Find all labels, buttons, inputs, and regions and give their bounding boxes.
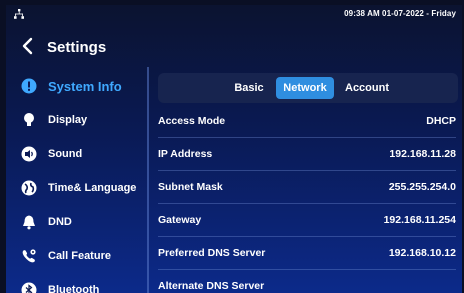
- tab-account[interactable]: Account: [340, 77, 394, 99]
- sidebar-item-sound[interactable]: Sound: [6, 139, 146, 169]
- row-label: Gateway: [158, 214, 202, 226]
- tab-basic[interactable]: Basic: [224, 77, 274, 99]
- info-icon: [21, 78, 37, 94]
- status-bar: 09:38 AM 01-07-2022 - Friday: [6, 5, 462, 23]
- row-value: 192.168.11.254: [383, 214, 456, 226]
- row-label: Preferred DNS Server: [158, 247, 266, 259]
- row-value: 255.255.254.0: [388, 181, 456, 193]
- chevron-left-icon[interactable]: [20, 37, 34, 55]
- row-label: IP Address: [158, 148, 213, 160]
- row-access-mode: Access Mode DHCP: [158, 105, 456, 138]
- status-time-date: 09:38 AM 01-07-2022 - Friday: [344, 9, 456, 18]
- speaker-icon: [21, 146, 37, 162]
- sidebar-item-label: System Info: [48, 78, 122, 94]
- globe-icon: [21, 180, 37, 196]
- row-subnet-mask: Subnet Mask 255.255.254.0: [158, 171, 456, 204]
- sidebar-item-label: Time& Language: [48, 182, 137, 194]
- sidebar-item-bluetooth[interactable]: Bluetooth: [6, 275, 146, 293]
- sidebar-item-dnd[interactable]: DND: [6, 207, 146, 237]
- sidebar-item-time-language[interactable]: Time& Language: [6, 173, 146, 203]
- row-label: Alternate DNS Server: [158, 280, 265, 292]
- sidebar-item-call-feature[interactable]: Call Feature: [6, 241, 146, 271]
- tab-bar: Basic Network Account: [158, 73, 458, 103]
- sidebar-item-label: Bluetooth: [48, 284, 100, 293]
- tab-network[interactable]: Network: [276, 77, 334, 99]
- sidebar-divider: [147, 67, 149, 293]
- sidebar-item-label: Sound: [48, 148, 83, 160]
- row-gateway: Gateway 192.168.11.254: [158, 204, 456, 237]
- row-label: Subnet Mask: [158, 181, 223, 193]
- phone-gear-icon: [21, 248, 37, 264]
- sidebar-item-label: Display: [48, 114, 88, 126]
- row-preferred-dns: Preferred DNS Server 192.168.10.12: [158, 237, 456, 270]
- row-value: 192.168.10.12: [388, 247, 456, 259]
- sidebar-item-label: DND: [48, 216, 72, 228]
- sidebar-item-label: Call Feature: [48, 250, 111, 262]
- sidebar-item-system-info[interactable]: System Info: [6, 71, 146, 101]
- row-alternate-dns: Alternate DNS Server: [158, 270, 456, 293]
- sidebar-item-display[interactable]: Display: [6, 105, 146, 135]
- page-title: Settings: [47, 39, 107, 56]
- row-value: 192.168.11.28: [389, 148, 456, 160]
- bell-icon: [21, 214, 37, 230]
- row-label: Access Mode: [158, 115, 226, 127]
- page-header: Settings: [6, 29, 206, 63]
- device-screen: 09:38 AM 01-07-2022 - Friday Settings Sy…: [6, 5, 462, 293]
- bulb-icon: [21, 112, 37, 128]
- row-ip-address: IP Address 192.168.11.28: [158, 138, 456, 171]
- network-icon: [14, 9, 24, 19]
- row-value: DHCP: [426, 115, 456, 127]
- bluetooth-icon: [21, 282, 37, 293]
